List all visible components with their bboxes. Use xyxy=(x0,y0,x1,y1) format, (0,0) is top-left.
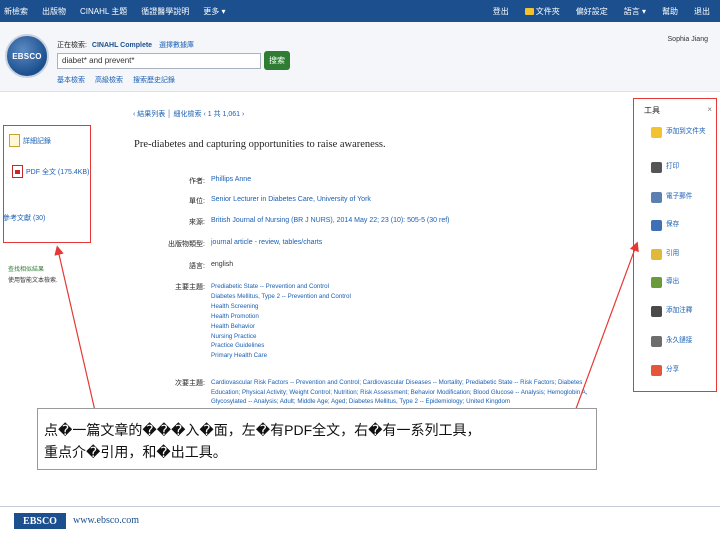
basic-search-link[interactable]: 基本檢索 xyxy=(57,75,85,85)
detailed-record-link[interactable]: 詳細記錄 xyxy=(9,134,51,147)
advanced-search-link[interactable]: 高級檢索 xyxy=(95,75,123,85)
save-icon xyxy=(651,220,662,231)
tool-cite[interactable]: 引用 xyxy=(651,249,679,260)
field-label-source: 來源: xyxy=(189,219,205,226)
footer-divider xyxy=(0,506,720,507)
arrow-to-left-panel xyxy=(54,245,99,425)
nav-evidence-help[interactable]: 循證醫學說明 xyxy=(141,6,189,17)
subject-link[interactable]: Prediabetic State -- Prevention and Cont… xyxy=(211,282,351,292)
nav-help[interactable]: 幫助 xyxy=(662,6,678,17)
footer-url: www.ebsco.com xyxy=(73,515,140,526)
footer-ebsco-logo: EBSCO xyxy=(14,513,66,529)
tool-export[interactable]: 導出 xyxy=(651,277,679,288)
user-name: Sophia Jiang xyxy=(667,36,708,43)
ebsco-logo[interactable]: EBSCO xyxy=(5,34,49,78)
field-value-author[interactable]: Phillips Anne xyxy=(211,176,251,183)
nav-exit[interactable]: 退出 xyxy=(694,6,710,17)
subject-link[interactable]: Practice Guidelines xyxy=(211,341,351,351)
subject-link[interactable]: Nursing Practice xyxy=(211,332,351,342)
minor-subjects-text[interactable]: Cardiovascular Risk Factors -- Preventio… xyxy=(211,378,606,407)
field-value-pubtype: journal article - review, tables/charts xyxy=(211,239,323,246)
caption-line-2: 重点介�引用，和�出工具。 xyxy=(44,444,227,460)
field-value-source[interactable]: British Journal of Nursing (BR J NURS), … xyxy=(211,217,450,224)
annotation-caption: 点�一篇文章的���入�面，左�有PDF全文，右�有一系列工具， 重点介�引用，… xyxy=(37,408,597,470)
add-folder-icon xyxy=(651,127,662,138)
subject-link[interactable]: Health Behavior xyxy=(211,322,351,332)
tool-save[interactable]: 保存 xyxy=(651,220,679,231)
tool-share[interactable]: 分享 xyxy=(651,365,679,376)
subject-link[interactable]: Primary Health Care xyxy=(211,351,351,361)
cite-icon xyxy=(651,249,662,260)
permalink-icon xyxy=(651,336,662,347)
nav-more-menu[interactable]: 更多 ▾ xyxy=(203,6,225,17)
tool-print[interactable]: 打印 xyxy=(651,162,679,173)
tools-title: 工具 xyxy=(644,106,660,115)
choose-database-link[interactable]: 選擇數據庫 xyxy=(159,42,194,49)
find-similar-link[interactable]: 查找相似結果 xyxy=(8,264,58,273)
find-similar: 查找相似結果 使用智能文本檢索. xyxy=(8,264,58,284)
field-label-major-subjects: 主要主題: xyxy=(175,284,205,291)
pdf-icon xyxy=(12,165,23,178)
subject-link[interactable]: Health Promotion xyxy=(211,312,351,322)
caption-line-1: 点�一篇文章的���入�面，左�有PDF全文，右�有一系列工具， xyxy=(44,422,481,438)
searching-row: 正在檢索: CINAHL Complete 選擇數據庫 xyxy=(57,40,194,50)
subject-link[interactable]: Diabetes Mellitus, Type 2 -- Prevention … xyxy=(211,292,351,302)
email-icon xyxy=(651,192,662,203)
search-button[interactable]: 搜索 xyxy=(264,51,290,70)
export-icon xyxy=(651,277,662,288)
field-label-minor-subjects: 次要主題: xyxy=(175,380,205,387)
nav-cinahl-headings[interactable]: CINAHL 主題 xyxy=(80,6,127,17)
close-icon[interactable]: × xyxy=(707,105,712,114)
tool-permalink[interactable]: 永久鏈接 xyxy=(651,336,692,347)
field-label-pubtype: 出版物類型: xyxy=(168,241,205,248)
field-value-language: english xyxy=(211,261,234,268)
tools-panel: 工具 × xyxy=(633,98,717,392)
print-icon xyxy=(651,162,662,173)
search-mode-links: 基本檢索 高級檢索 搜索歷史記錄 xyxy=(57,75,175,85)
field-label-language: 語言: xyxy=(189,263,205,270)
top-nav-bar: 新檢索 出版物 CINAHL 主題 循證醫學說明 更多 ▾ 登出 文件夾 偏好設… xyxy=(0,0,720,22)
tool-email[interactable]: 電子郵件 xyxy=(651,192,692,203)
database-name: CINAHL Complete xyxy=(91,42,153,49)
subject-link[interactable]: Health Screening xyxy=(211,302,351,312)
share-icon xyxy=(651,365,662,376)
field-value-affiliation: Senior Lecturer in Diabetes Care, Univer… xyxy=(211,196,371,203)
major-subjects-list: Prediabetic State -- Prevention and Cont… xyxy=(211,282,351,361)
search-header: EBSCO 正在檢索: CINAHL Complete 選擇數據庫 diabet… xyxy=(0,22,720,92)
folder-icon xyxy=(524,7,534,15)
detailed-record-icon xyxy=(9,134,20,147)
search-input[interactable]: diabet* and prevent* xyxy=(57,53,261,69)
result-list-navigation[interactable]: ‹ 結果列表 │ 細化檢索 ‹ 1 共 1,061 › xyxy=(133,109,244,119)
article-title: Pre-diabetes and capturing opportunities… xyxy=(134,139,386,150)
tool-add-note[interactable]: 添加注釋 xyxy=(651,306,692,317)
nav-sign-in[interactable]: 登出 xyxy=(493,6,509,17)
nav-publications[interactable]: 出版物 xyxy=(42,6,66,17)
pdf-full-text-link[interactable]: PDF 全文 (175.4KB) xyxy=(12,165,89,178)
nav-folder[interactable]: 文件夾 xyxy=(524,6,560,17)
field-label-affiliation: 單位: xyxy=(189,198,205,205)
tool-add-to-folder[interactable]: 添加到文件夾 xyxy=(651,127,713,138)
nav-language[interactable]: 語言 ▾ xyxy=(624,6,646,17)
nav-preferences[interactable]: 偏好設定 xyxy=(576,6,608,17)
nav-new-search[interactable]: 新檢索 xyxy=(4,6,28,17)
field-label-author: 作者: xyxy=(189,178,205,185)
search-history-link[interactable]: 搜索歷史記錄 xyxy=(133,75,175,85)
find-similar-sub: 使用智能文本檢索. xyxy=(8,278,58,284)
note-icon xyxy=(651,306,662,317)
references-link[interactable]: 參考文獻 (30) xyxy=(3,213,45,223)
searching-label: 正在檢索: xyxy=(57,42,87,49)
